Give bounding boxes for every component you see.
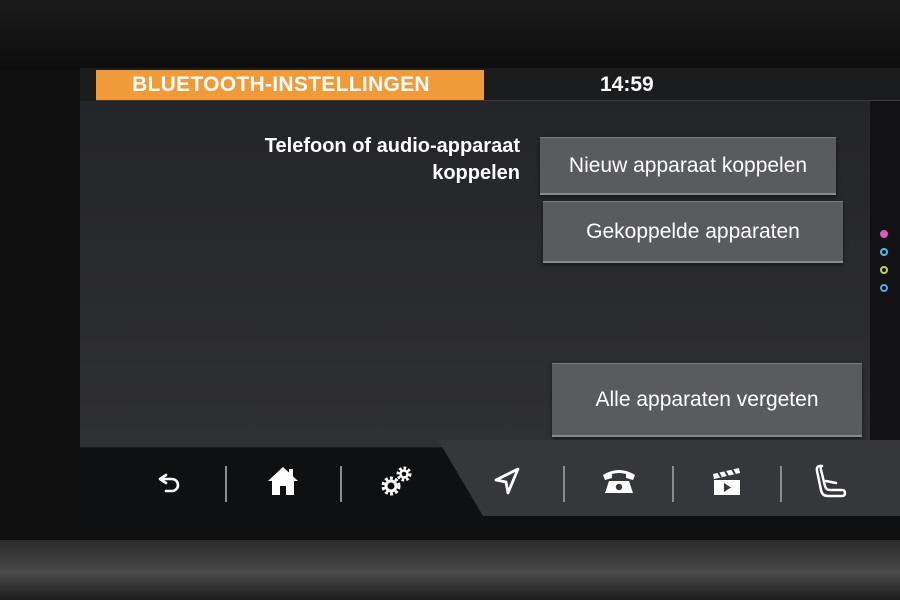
bezel-bottom: [0, 540, 900, 600]
phone-icon: [603, 470, 635, 493]
back-button[interactable]: [135, 456, 205, 506]
forget-all-devices-button[interactable]: Alle apparaten vergeten: [552, 363, 862, 437]
page-dot-cyan: [880, 248, 888, 256]
navigation-button[interactable]: [472, 456, 542, 506]
settings-icon: [381, 466, 412, 496]
media-icon: [713, 468, 740, 495]
phone-button[interactable]: [584, 456, 654, 506]
seat-icon: [815, 464, 847, 498]
bezel-top: [0, 0, 900, 70]
infotainment-screen: BLUETOOTH-INSTELLINGEN 14:59 Telefoon of…: [80, 68, 900, 530]
dock-separator: [225, 466, 227, 502]
dock-separator: [780, 466, 782, 502]
side-panel-strip[interactable]: [870, 101, 900, 447]
settings-button[interactable]: [362, 456, 432, 506]
clock: 14:59: [600, 73, 654, 96]
content-area: Telefoon of audio-apparaat koppelen Nieu…: [80, 101, 870, 447]
dock-separator: [340, 466, 342, 502]
page-title: BLUETOOTH-INSTELLINGEN: [96, 70, 484, 100]
description-line-1: Telefoon of audio-apparaat: [264, 135, 520, 157]
navigation-icon: [494, 467, 520, 495]
dock-separator: [563, 466, 565, 502]
paired-devices-button[interactable]: Gekoppelde apparaten: [543, 201, 843, 263]
page-dot-magenta: [880, 230, 888, 238]
dock-separator: [672, 466, 674, 502]
page-dot-yellow: [880, 266, 888, 274]
description-line-2: koppelen: [432, 162, 520, 184]
page-dot-blue: [880, 284, 888, 292]
pairing-description: Telefoon of audio-apparaat koppelen: [180, 133, 520, 187]
home-icon: [268, 467, 298, 495]
home-button[interactable]: [248, 456, 318, 506]
seat-button[interactable]: [796, 456, 866, 506]
back-icon: [158, 473, 180, 493]
pair-new-device-button[interactable]: Nieuw apparaat koppelen: [540, 137, 836, 195]
media-button[interactable]: [692, 456, 762, 506]
